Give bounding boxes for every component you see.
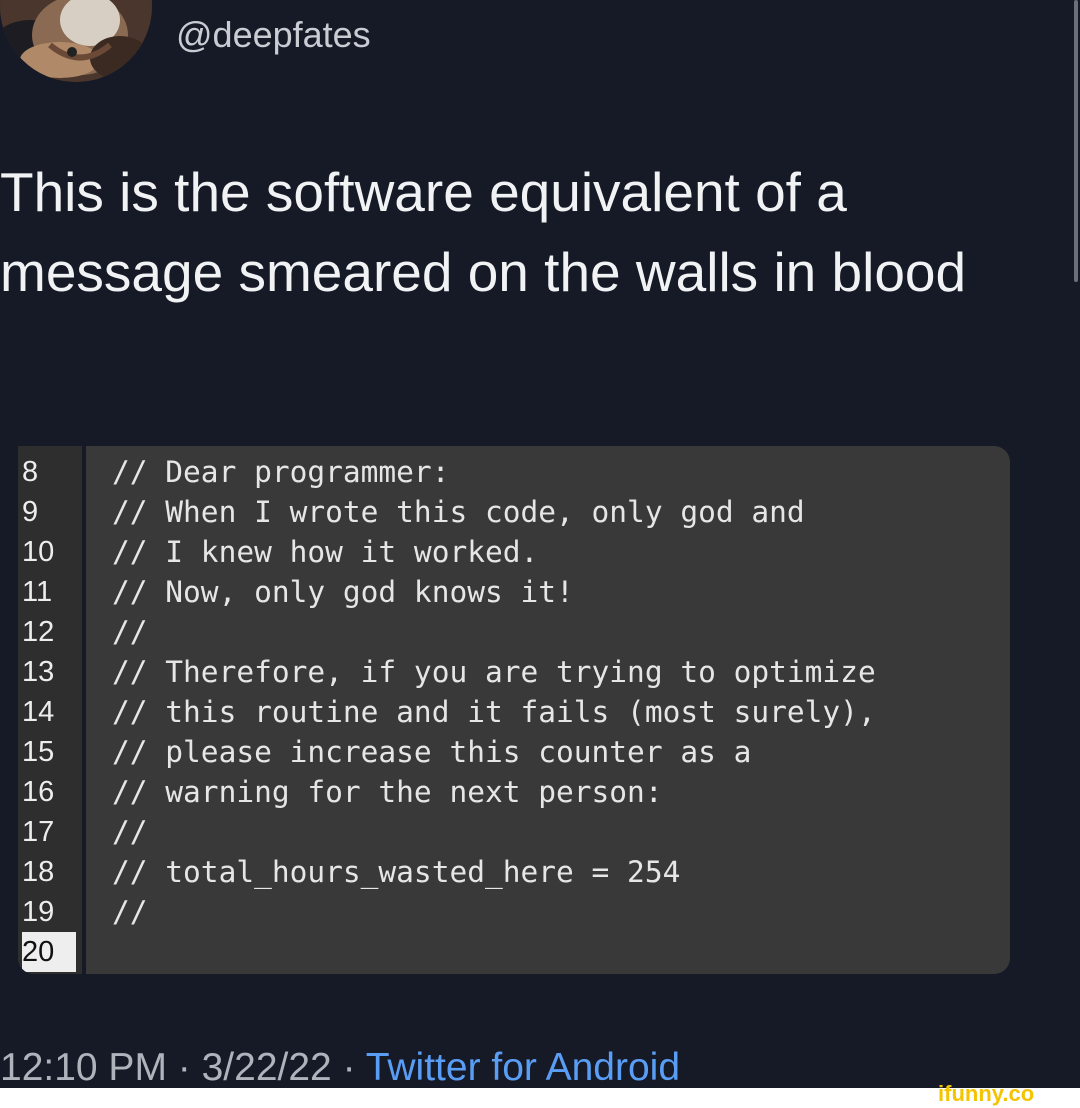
code-line: 10 // I knew how it worked. — [18, 532, 1010, 572]
code-line: 20 — [18, 932, 1010, 972]
code-text: // When I wrote this code, only god and — [112, 495, 805, 529]
line-number: 20 — [22, 932, 76, 972]
tweet-metadata: 12:10 PM · 3/22/22 · Twitter for Android — [0, 1046, 680, 1090]
line-number: 13 — [22, 656, 55, 688]
meta-separator: · — [331, 1046, 366, 1089]
code-line: 15 // please increase this counter as a — [18, 732, 1010, 772]
line-number: 9 — [22, 496, 39, 528]
code-text: // — [112, 815, 148, 849]
line-number: 10 — [22, 536, 55, 568]
watermark-bar — [0, 1088, 1080, 1108]
tweet-time[interactable]: 12:10 PM — [0, 1046, 167, 1089]
code-text: // I knew how it worked. — [112, 535, 539, 569]
code-text: // Dear programmer: — [112, 455, 450, 489]
code-line: 13 // Therefore, if you are trying to op… — [18, 652, 1010, 692]
code-text: // please increase this counter as a — [112, 735, 752, 769]
line-number: 12 — [22, 616, 55, 648]
tweet-date[interactable]: 3/22/22 — [202, 1046, 332, 1089]
code-line: 16 // warning for the next person: — [18, 772, 1010, 812]
line-number: 17 — [22, 816, 55, 848]
avatar[interactable] — [0, 0, 152, 82]
code-text: // warning for the next person: — [112, 775, 663, 809]
code-text: // — [112, 615, 148, 649]
code-screenshot: 8 // Dear programmer: 9 // When I wrote … — [18, 446, 1010, 974]
line-number: 14 — [22, 696, 55, 728]
code-text: // total_hours_wasted_here = 254 — [112, 855, 681, 889]
code-text: // this routine and it fails (most surel… — [112, 695, 876, 729]
code-text: // Therefore, if you are trying to optim… — [112, 655, 876, 689]
code-line: 17 // — [18, 812, 1010, 852]
code-line: 9 // When I wrote this code, only god an… — [18, 492, 1010, 532]
code-line: 18 // total_hours_wasted_here = 254 — [18, 852, 1010, 892]
line-number: 15 — [22, 736, 55, 768]
tweet-source-link[interactable]: Twitter for Android — [366, 1046, 680, 1089]
line-number: 8 — [22, 456, 39, 488]
line-number: 11 — [22, 576, 53, 608]
code-text: // — [112, 895, 148, 929]
code-line: 19 // — [18, 892, 1010, 932]
watermark-text: ifunny.co — [938, 1081, 1034, 1106]
line-number: 18 — [22, 856, 55, 888]
tweet-text: This is the software equivalent of a mes… — [0, 161, 967, 303]
user-handle[interactable]: @deepfates — [176, 14, 371, 56]
meta-separator: · — [166, 1046, 202, 1089]
code-line: 12 // — [18, 612, 1010, 652]
ifunny-watermark: ifunny.co — [938, 1081, 1034, 1106]
line-number: 19 — [22, 896, 55, 928]
code-line: 11 // Now, only god knows it! — [18, 572, 1010, 612]
scrollbar[interactable] — [1074, 0, 1078, 282]
line-number: 16 — [22, 776, 55, 808]
code-line: 14 // this routine and it fails (most su… — [18, 692, 1010, 732]
code-line: 8 // Dear programmer: — [18, 452, 1010, 492]
code-text: // Now, only god knows it! — [112, 575, 574, 609]
